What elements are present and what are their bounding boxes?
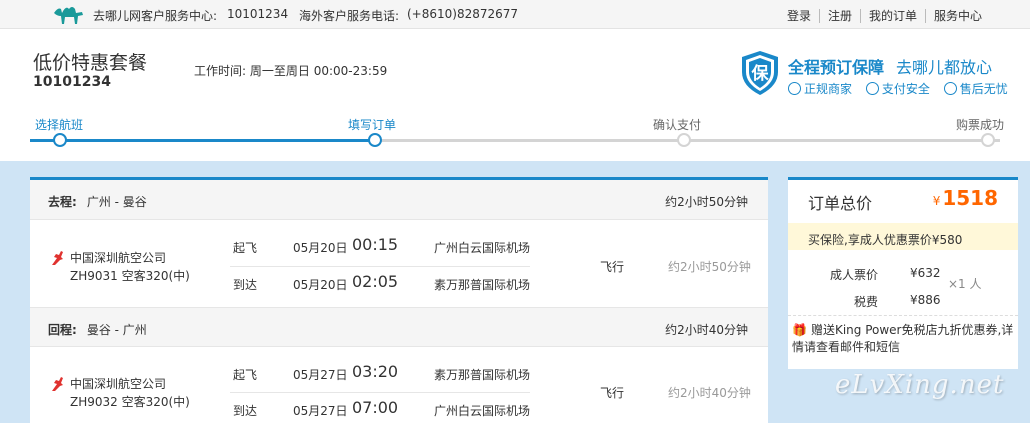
- return-duration: 约2小时40分钟: [665, 323, 748, 337]
- outbound-airline: 中国深圳航空公司: [70, 251, 167, 265]
- gift-icon: 🎁: [792, 323, 807, 337]
- return-arrive-label: 到达: [233, 404, 258, 418]
- step-fill-order: 填写订单: [348, 118, 397, 132]
- outbound-route: 广州 - 曼谷: [86, 195, 147, 209]
- row-divider: [230, 266, 530, 267]
- guarantee-main: 全程预订保障: [788, 58, 885, 77]
- step-select-flight[interactable]: 选择航班: [35, 116, 83, 133]
- login-link[interactable]: 登录: [779, 9, 819, 23]
- tax-label: 税费: [854, 295, 879, 309]
- hours-time: 00:00-23:59: [313, 64, 388, 78]
- shield-badge-text: 保: [751, 63, 770, 84]
- return-flight-number: ZH9032 空客320(中): [70, 395, 190, 409]
- step-confirm-payment: 确认支付: [653, 118, 702, 132]
- service-center-link[interactable]: 服务中心: [924, 9, 990, 23]
- adult-fare-label: 成人票价: [830, 268, 879, 282]
- overseas-phone: (+8610)82872677: [407, 7, 519, 21]
- hours-days: 周一至周日: [249, 64, 310, 78]
- step-dot-1: [53, 133, 67, 147]
- return-header: 回程: 曼谷 - 广州 约2小时40分钟: [30, 307, 768, 347]
- insurance-promo[interactable]: 买保险,享成人优惠票价¥580: [788, 223, 1018, 250]
- outbound-arrive-date: 05月20日: [293, 278, 348, 292]
- header-phone: 10101234: [33, 74, 111, 90]
- gift-divider: [788, 315, 1018, 316]
- guarantee-items: 正规商家 支付安全 售后无忧: [788, 80, 1018, 97]
- top-bar: 去哪儿网客户服务中心: 10101234 海外客户服务电话: (+8610)82…: [0, 0, 1030, 29]
- return-depart-date: 05月27日: [293, 368, 348, 382]
- return-route: 曼谷 - 广州: [86, 323, 147, 337]
- outbound-depart-label: 起飞: [233, 241, 258, 255]
- outbound-duration: 约2小时50分钟: [665, 195, 748, 209]
- return-arrive-airport: 广州白云国际机场: [434, 404, 531, 418]
- return-status: 飞行: [600, 386, 625, 400]
- order-total-price: ¥1518: [932, 186, 998, 210]
- return-depart-time: 03:20: [352, 362, 399, 381]
- guarantee-title: 全程预订保障 去哪儿都放心: [788, 54, 992, 78]
- order-total-label: 订单总价: [808, 194, 873, 213]
- return-arrive-date: 05月27日: [293, 404, 348, 418]
- step-ticket-success: 购票成功: [956, 118, 1005, 132]
- outbound-flight-number: ZH9031 空客320(中): [70, 269, 190, 283]
- page-title: 低价特惠套餐: [33, 52, 148, 74]
- step-dot-2: [368, 133, 382, 147]
- guarantee-item-aftersale: 售后无忧: [943, 82, 1008, 96]
- outbound-depart-date: 05月20日: [293, 241, 348, 255]
- return-airline: 中国深圳航空公司: [70, 377, 167, 391]
- outbound-depart-time: 00:15: [352, 235, 399, 254]
- outbound-arrive-label: 到达: [233, 278, 258, 292]
- camel-logo-icon[interactable]: [52, 3, 86, 25]
- step-dot-3: [677, 133, 691, 147]
- outbound-kind: 去程:: [48, 195, 77, 209]
- return-depart-label: 起飞: [233, 368, 258, 382]
- outbound-arrive-time: 02:05: [352, 272, 399, 291]
- hours-label: 工作时间:: [194, 64, 247, 78]
- adult-fare-price: ¥632: [910, 266, 941, 280]
- flights-panel: 去程: 广州 - 曼谷 约2小时50分钟 中国深圳航空公司 ZH9031 空客32…: [30, 177, 768, 423]
- shenzhen-airlines-logo-icon: [52, 377, 63, 391]
- service-center-label: 去哪儿网客户服务中心:: [93, 9, 218, 23]
- return-arrive-time: 07:00: [352, 398, 399, 417]
- order-summary: 订单总价 ¥1518 买保险,享成人优惠票价¥580 成人票价 ¥632 ×1 …: [788, 177, 1018, 369]
- outbound-depart-airport: 广州白云国际机场: [434, 241, 531, 255]
- guarantee-item-payment: 支付安全: [865, 82, 930, 96]
- outbound-header: 去程: 广州 - 曼谷 约2小时50分钟: [30, 180, 768, 220]
- guarantee-item-legit: 正规商家: [788, 82, 852, 96]
- working-hours: 工作时间: 周一至周日 00:00-23:59: [194, 62, 387, 79]
- step-dot-4: [981, 133, 995, 147]
- shield-check-icon: [865, 82, 879, 95]
- return-kind: 回程:: [48, 323, 77, 337]
- shenzhen-airlines-logo-icon: [52, 251, 63, 265]
- heart-check-icon: [943, 82, 957, 95]
- my-orders-link[interactable]: 我的订单: [859, 9, 925, 23]
- top-links: 登录 注册 我的订单 服务中心: [779, 7, 990, 24]
- return-depart-airport: 素万那普国际机场: [434, 368, 531, 382]
- service-center-phone: 10101234: [227, 7, 289, 21]
- check-circle-icon: [788, 82, 801, 95]
- row-divider: [230, 392, 530, 393]
- gift-coupon-note: 🎁 赠送King Power免税店九折优惠券,详情请查看邮件和短信: [792, 323, 1014, 354]
- overseas-phone-label: 海外客户服务电话:: [299, 9, 400, 23]
- guarantee-slogan: 去哪儿都放心: [896, 58, 993, 77]
- watermark: eLvXing.net: [835, 370, 1005, 400]
- outbound-arrive-airport: 素万那普国际机场: [434, 278, 531, 292]
- outbound-status: 飞行: [600, 260, 625, 274]
- steps-line-done: [30, 139, 375, 142]
- shield-bao-icon: 保: [742, 51, 778, 95]
- register-link[interactable]: 注册: [818, 9, 860, 23]
- outbound-flight-duration: 约2小时50分钟: [668, 260, 751, 274]
- return-flight-duration: 约2小时40分钟: [668, 386, 751, 400]
- tax-price: ¥886: [910, 293, 941, 307]
- passenger-count: ×1 人: [948, 277, 982, 291]
- currency-symbol: ¥: [932, 194, 941, 208]
